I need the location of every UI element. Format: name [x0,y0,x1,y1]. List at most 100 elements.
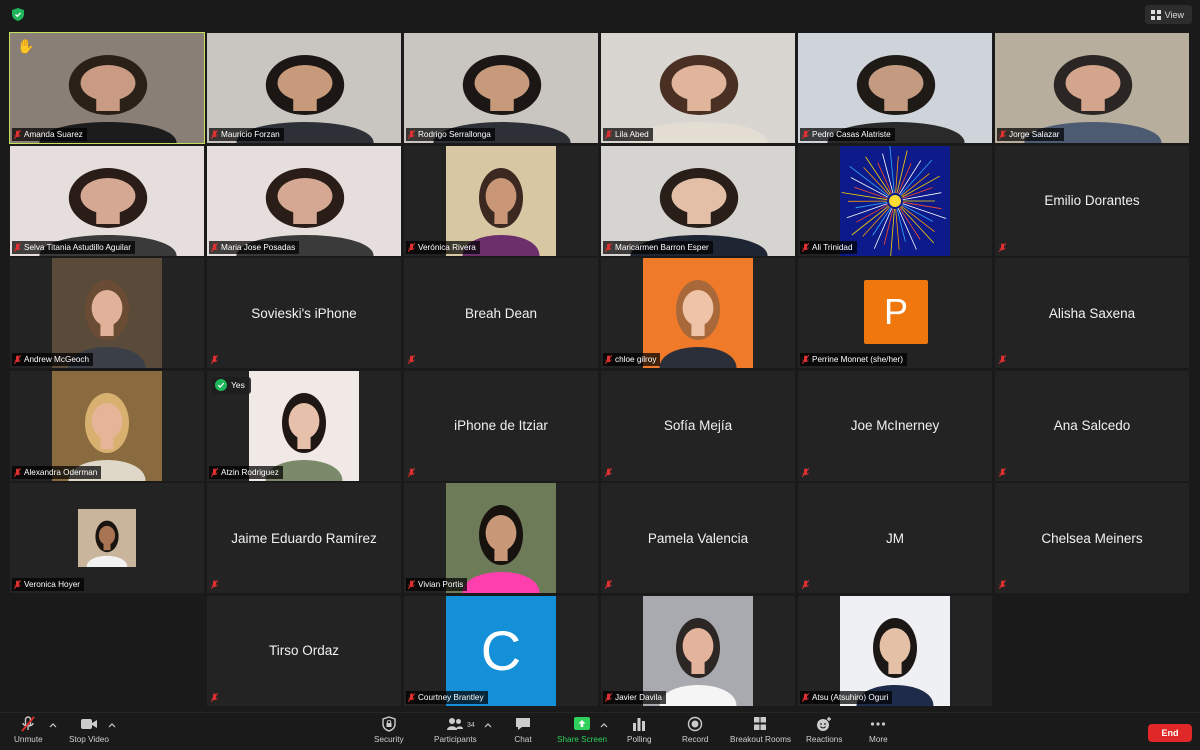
mic-muted-icon [802,355,809,364]
participant-tile[interactable]: C Courtney Brantley [404,595,598,706]
share-screen-button[interactable]: Share Screen [557,716,607,744]
badge-label: Yes [231,380,245,390]
meeting-toolbar: Unmute Stop Video Security Participants … [0,712,1200,750]
participant-name-label: Selva Titania Astudillo Aguilar [12,240,135,254]
mic-muted-icon [14,130,21,139]
polling-button[interactable]: Polling [627,716,652,744]
participant-video [840,145,950,256]
more-button[interactable]: More [869,716,888,744]
participant-tile[interactable]: Ali Trinidad [798,145,992,256]
mic-muted-icon [408,580,415,589]
breakout-rooms-label: Breakout Rooms [730,735,791,744]
video-camera-icon [80,719,97,729]
security-label: Security [374,735,404,744]
breakout-rooms-button[interactable]: Breakout Rooms [730,716,791,744]
participant-tile[interactable]: Amanda Suarez ✋ [9,32,205,144]
share-options-caret-icon[interactable] [600,722,608,728]
participant-video [643,258,753,368]
participant-name-label: Maricarmen Barron Esper [603,240,713,254]
participant-tile[interactable]: Jorge Salazar [995,33,1189,143]
participant-tile[interactable]: Veronica Hoyer [10,483,204,593]
participant-tile[interactable]: Sovieski's iPhone [207,258,401,368]
participant-tile[interactable]: Atsu (Atsuhiro) Oguri [798,595,992,706]
mic-muted-icon [14,242,21,252]
participant-tile[interactable]: Ana Salcedo [995,370,1189,481]
participant-video [446,145,556,256]
participant-name-label: Courtney Brantley [406,690,488,704]
participant-tile[interactable]: Pedro Casas Alatriste [798,33,992,143]
participant-tile[interactable]: Jaime Eduardo Ramírez [207,483,401,593]
participant-tile[interactable]: Selva Titania Astudillo Aguilar [10,145,204,256]
checkmark-icon [215,379,227,391]
record-button[interactable]: Record [682,716,708,744]
participant-name: Amanda Suarez [24,130,83,139]
unmute-label: Unmute [14,735,43,744]
participant-tile[interactable]: Pamela Valencia [601,483,795,593]
participant-video [601,33,795,143]
participants-button[interactable]: Participants [434,716,477,744]
participant-tile[interactable]: P Perrine Monnet (she/her) [798,258,992,368]
participants-caret-icon[interactable] [484,722,492,728]
mic-muted-icon [802,242,809,252]
participant-tile[interactable]: Breah Dean [404,258,598,368]
mic-muted-icon [999,130,1006,139]
participant-tile[interactable]: Tirso Ordaz [207,595,401,706]
raised-hand-icon: ✋ [17,38,35,54]
participant-name: Veronica Hoyer [24,580,80,589]
participant-name: Atsu (Atsuhiro) Oguri [812,692,889,702]
mic-muted-icon [14,580,21,589]
participant-tile[interactable]: Alexandra Oderman [10,370,204,481]
mic-muted-icon [211,242,218,252]
participant-tile[interactable]: Andrew McGeoch [10,258,204,368]
participant-tile[interactable]: Rodrigo Serrallonga [404,33,598,143]
mic-muted-icon [802,130,809,139]
participant-tile[interactable]: chloe gilroy [601,258,795,368]
participant-name: Alexandra Oderman [24,467,98,477]
mic-muted-icon [605,130,612,139]
participant-tile[interactable]: Sofía Mejía [601,370,795,481]
participant-name-label: Perrine Monnet (she/her) [800,353,908,366]
participant-name: Perrine Monnet (she/her) [812,355,904,364]
participant-tile[interactable]: JM [798,483,992,593]
mic-muted-icon [14,467,21,477]
mic-muted-icon [802,692,809,702]
participant-video [840,595,950,706]
polling-label: Polling [627,735,652,744]
chat-button[interactable]: Chat [514,716,532,744]
audio-options-caret-icon[interactable] [49,722,57,728]
participant-name-label: Maria Jose Posadas [209,240,300,254]
mic-muted-icon [605,242,612,252]
view-button[interactable]: View [1144,5,1192,24]
participant-tile[interactable]: Vivian Portis [404,483,598,593]
participant-tile[interactable]: Maricarmen Barron Esper [601,145,795,256]
zoom-meeting-window: View Amanda Suarez ✋ Mauricio Forzan Rodr… [0,0,1200,750]
unmute-button[interactable]: Unmute [14,716,43,744]
stop-video-button[interactable]: Stop Video [69,716,109,744]
encryption-shield-icon[interactable] [12,8,24,21]
participant-tile[interactable]: Javier Davila [601,595,795,706]
chat-label: Chat [514,735,532,744]
participant-video [798,33,992,143]
mic-muted-icon [408,130,415,139]
participant-tile[interactable]: Chelsea Meiners [995,483,1189,593]
chat-bubble-icon [516,718,530,730]
mic-muted-icon [21,716,36,732]
participant-name: Pedro Casas Alatriste [812,130,891,139]
participant-tile[interactable]: Atzin Rodriguez Yes [207,370,401,481]
security-button[interactable]: Security [374,716,404,744]
end-meeting-button[interactable]: End [1148,724,1192,742]
participant-tile[interactable]: Mauricio Forzan [207,33,401,143]
participant-tile[interactable]: Maria Jose Posadas [207,145,401,256]
mic-muted-icon [408,242,415,252]
participant-tile[interactable]: iPhone de Itziar [404,370,598,481]
breakout-rooms-icon [754,717,767,730]
participant-tile[interactable]: Lila Abed [601,33,795,143]
participant-name: Ana Salcedo [1053,418,1131,433]
reactions-button[interactable]: Reactions [806,716,842,744]
participant-tile[interactable]: Verónica Rivera [404,145,598,256]
video-options-caret-icon[interactable] [108,722,116,728]
participant-tile[interactable]: Alisha Saxena [995,258,1189,368]
participant-tile[interactable]: Emilio Dorantes [995,145,1189,256]
participant-name: Alisha Saxena [1048,305,1136,321]
participant-tile[interactable]: Joe McInerney [798,370,992,481]
